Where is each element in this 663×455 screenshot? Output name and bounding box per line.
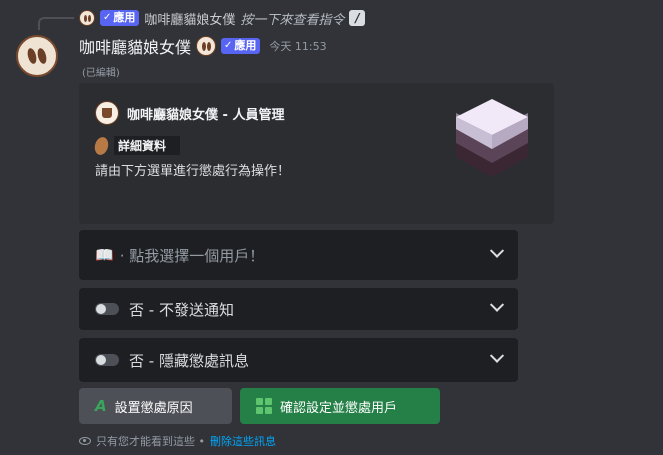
hide-select-value: 否 - 隱藏懲處訊息: [129, 351, 249, 370]
user-select[interactable]: 📖 · 點我選擇一個用戶！: [79, 230, 518, 280]
bot-mini-avatar: [79, 10, 95, 26]
reason-a-icon: A: [95, 397, 107, 415]
toggle-off-icon: [95, 354, 119, 366]
embed-detail: 詳細資料: [92, 135, 181, 156]
detail-tag: 詳細資料: [114, 136, 181, 155]
confirm-punish-button[interactable]: 確認設定並懲處用戶: [240, 388, 440, 424]
ephemeral-text: 只有您才能看到這些 •: [96, 435, 205, 448]
embed-author-name: 咖啡廳貓娘女僕 - 人員管理: [127, 107, 285, 123]
coffee-cup-icon: [95, 101, 119, 125]
set-reason-button[interactable]: A 設置懲處原因: [79, 388, 232, 424]
reply-command-text[interactable]: 按一下來查看指令: [240, 9, 344, 28]
toggle-off-icon: [95, 303, 119, 315]
app-badge: ✓ 應用: [100, 10, 140, 26]
slash-command-icon[interactable]: /: [349, 10, 366, 26]
avatar[interactable]: [16, 35, 58, 77]
grid-icon: [256, 398, 272, 414]
chevron-down-icon[interactable]: [489, 297, 505, 312]
eye-icon: [79, 437, 91, 445]
check-icon: ✓: [103, 12, 112, 23]
almond-icon: [92, 135, 111, 156]
chevron-down-icon[interactable]: [489, 243, 505, 258]
chevron-down-icon[interactable]: [489, 348, 505, 363]
ephemeral-notice: 只有您才能看到這些 • 刪除這些訊息: [79, 433, 276, 449]
embed-author: 咖啡廳貓娘女僕 - 人員管理: [95, 101, 284, 125]
set-reason-label: 設置懲處原因: [114, 400, 193, 416]
coffee-bean-icon: [196, 36, 217, 56]
check-icon: ✓: [224, 40, 233, 51]
dismiss-messages-link[interactable]: 刪除這些訊息: [210, 433, 276, 449]
app-badge: ✓ 應用: [221, 38, 261, 54]
book-icon: 📖: [95, 246, 114, 264]
hide-message-select[interactable]: 否 - 隱藏懲處訊息: [79, 338, 518, 382]
user-select-placeholder: · 點我選擇一個用戶！: [119, 246, 265, 265]
edited-label: (已編輯): [82, 68, 120, 79]
timestamp: 今天 11:53: [269, 40, 327, 53]
username[interactable]: 咖啡廳貓娘女僕: [79, 34, 191, 58]
layers-thumbnail-icon[interactable]: [448, 97, 536, 193]
embed: 咖啡廳貓娘女僕 - 人員管理 詳細資料 請由下方選單進行懲處行為操作！: [79, 83, 554, 224]
reply-bot-name[interactable]: 咖啡廳貓娘女僕: [144, 9, 235, 28]
message-header: 咖啡廳貓娘女僕 ✓ 應用 今天 11:53: [79, 34, 327, 58]
reply-spine: [38, 17, 74, 30]
embed-description: 請由下方選單進行懲處行為操作！: [95, 164, 291, 179]
reply-reference[interactable]: ✓ 應用 咖啡廳貓娘女僕 按一下來查看指令 /: [79, 9, 366, 28]
confirm-punish-label: 確認設定並懲處用戶: [280, 400, 398, 416]
notify-select[interactable]: 否 - 不發送通知: [79, 288, 518, 330]
notify-select-value: 否 - 不發送通知: [129, 300, 234, 319]
